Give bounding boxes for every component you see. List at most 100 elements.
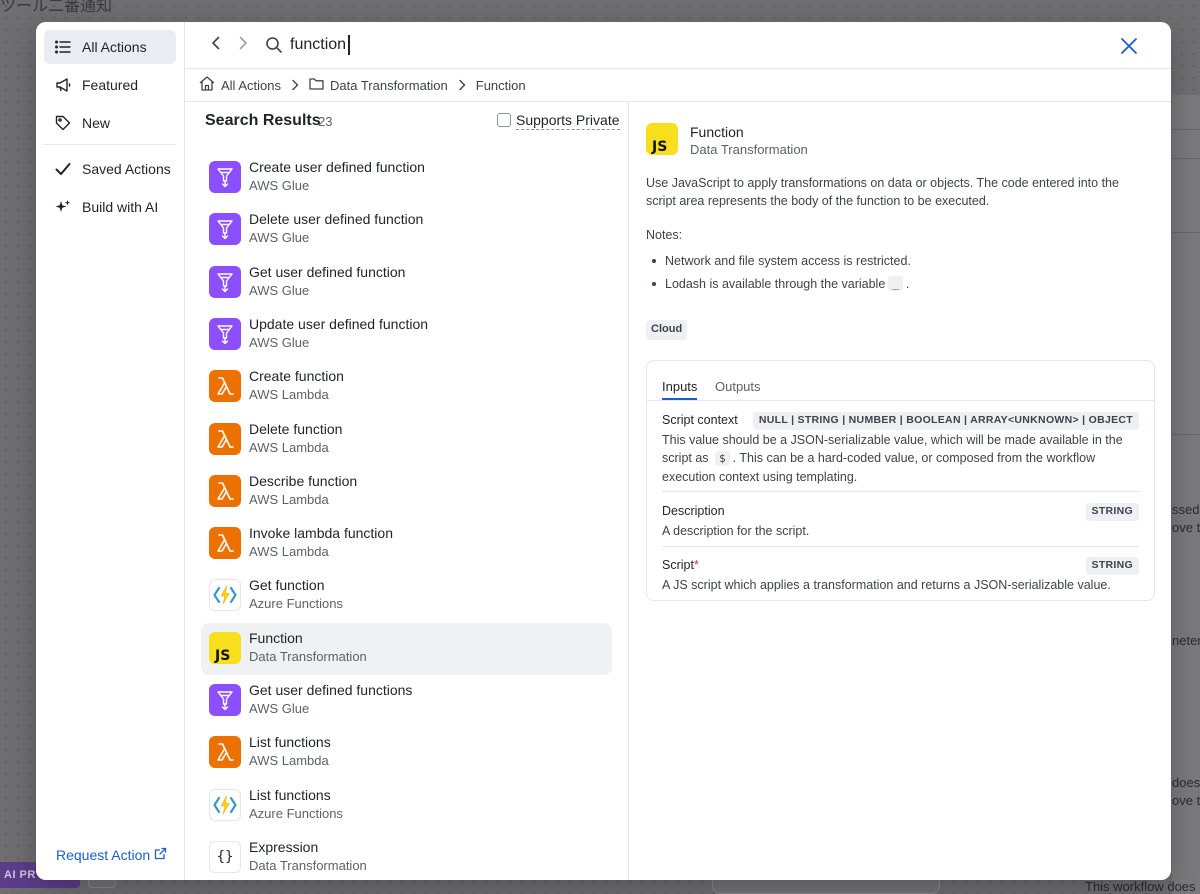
icon-text: JS — [652, 139, 668, 155]
result-item[interactable]: Invoke lambda function AWS Lambda — [201, 518, 612, 570]
braces-glyph: {} — [216, 848, 234, 865]
sidebar-item-all-actions[interactable]: All Actions — [44, 30, 176, 64]
tab-inputs[interactable]: Inputs — [662, 379, 698, 400]
result-item[interactable]: Create user defined function AWS Glue — [201, 152, 612, 204]
result-app: AWS Lambda — [249, 753, 329, 769]
aws-glue-icon — [209, 265, 241, 298]
background-divider — [1172, 129, 1200, 130]
sidebar-divider — [44, 144, 176, 145]
sidebar-item-label: New — [82, 115, 111, 131]
field-name: Script* — [662, 558, 699, 572]
note-item: Network and file system access is restri… — [652, 254, 911, 268]
background-text: ssed — [1172, 502, 1200, 517]
action-description: Use JavaScript to apply transformations … — [646, 176, 1119, 208]
javascript-icon: JS — [646, 123, 678, 155]
forward-button[interactable] — [234, 36, 252, 54]
field-description: A JS script which applies a transformati… — [662, 578, 1111, 592]
close-button[interactable] — [1119, 36, 1139, 56]
result-item[interactable]: List functions Azure Functions — [201, 780, 612, 832]
background-text: neters — [1172, 633, 1200, 648]
action-picker-modal: All Actions Featured New Saved Actions B… — [36, 22, 1171, 880]
result-name: Delete function — [249, 420, 343, 437]
io-tabs: Inputs Outputs — [647, 361, 1154, 401]
aws-lambda-icon — [209, 422, 241, 455]
result-item[interactable]: Describe function AWS Lambda — [201, 466, 612, 518]
supports-private-checkbox[interactable] — [497, 113, 511, 127]
chevron-right-icon — [291, 79, 299, 91]
code-chip: _ — [888, 276, 903, 291]
result-item[interactable]: Get user defined functions AWS Glue — [201, 675, 612, 727]
sidebar-item-label: All Actions — [82, 39, 147, 55]
result-item[interactable]: List functions AWS Lambda — [201, 727, 612, 779]
sparkle-icon — [52, 198, 74, 216]
sidebar-item-build-with-ai[interactable]: Build with AI — [44, 190, 176, 224]
search-results-panel: Search Results 23 Supports Private Creat… — [185, 102, 629, 880]
chevron-left-icon — [211, 36, 221, 55]
folder-icon — [309, 77, 324, 93]
action-details-panel: JS Function Data Transformation Use Java… — [629, 102, 1171, 880]
supports-private-label[interactable]: Supports Private — [516, 112, 620, 130]
result-name: Function — [249, 629, 303, 646]
result-name: Expression — [249, 838, 319, 855]
result-item[interactable]: Get function Azure Functions — [201, 570, 612, 622]
back-button[interactable] — [207, 36, 225, 54]
azure-functions-icon — [209, 788, 241, 821]
sidebar-item-saved-actions[interactable]: Saved Actions — [44, 152, 176, 186]
breadcrumb-all-actions[interactable]: All Actions — [199, 76, 281, 94]
sidebar-item-new[interactable]: New — [44, 106, 176, 140]
result-name: Invoke lambda function — [249, 525, 393, 542]
field-type-badge: STRING — [1085, 503, 1139, 521]
background-text: This workflow does — [1085, 879, 1196, 894]
breadcrumb-label: All Actions — [221, 77, 281, 93]
result-item[interactable]: {} Expression Data Transformation — [201, 832, 612, 880]
field-type-badge: STRING — [1085, 557, 1139, 575]
result-item[interactable]: Delete user defined function AWS Glue — [201, 204, 612, 256]
field-type-badge: NULL | STRING | NUMBER | BOOLEAN | ARRAY… — [752, 412, 1139, 430]
braces-icon: {} — [209, 840, 241, 873]
sidebar-item-featured[interactable]: Featured — [44, 68, 176, 102]
search-bar — [185, 22, 1171, 69]
field-name: Description — [662, 504, 725, 518]
sidebar-item-label: Build with AI — [82, 199, 159, 215]
result-item[interactable]: Create function AWS Lambda — [201, 361, 612, 413]
field-divider — [662, 546, 1139, 547]
result-name: Get user defined functions — [249, 682, 413, 698]
text-cursor — [348, 35, 350, 55]
result-app: AWS Glue — [249, 334, 310, 350]
field-description: This value should be a JSON-serializable… — [662, 431, 1139, 486]
search-results-title: Search Results — [205, 112, 321, 129]
bullet — [652, 281, 656, 286]
result-name: Describe function — [249, 472, 358, 489]
sidebar-item-label: Featured — [82, 77, 139, 93]
result-item[interactable]: JS Function Data Transformation — [201, 622, 612, 675]
background-divider — [1172, 232, 1200, 233]
aws-lambda-icon — [209, 370, 241, 403]
result-name: Delete user defined function — [249, 211, 424, 228]
breadcrumb-function: Function — [476, 78, 526, 93]
breadcrumb-data-transformation[interactable]: Data Transformation — [309, 77, 448, 93]
result-item[interactable]: Delete function AWS Lambda — [201, 414, 612, 466]
background-text: ove to — [1172, 520, 1200, 535]
result-item[interactable]: Update user defined function AWS Glue — [201, 309, 612, 361]
result-app: AWS Glue — [249, 178, 310, 193]
result-name: List functions — [249, 734, 331, 751]
megaphone-icon — [52, 76, 74, 94]
result-app: Azure Functions — [249, 596, 343, 612]
result-item[interactable]: Get user defined function AWS Glue — [201, 257, 612, 309]
field-name-text: Script — [662, 558, 694, 572]
aws-glue-icon — [209, 213, 241, 246]
cloud-badge: Cloud — [646, 320, 688, 340]
background-divider — [1172, 434, 1200, 435]
external-link-icon — [154, 847, 167, 863]
home-icon — [199, 76, 215, 94]
notes-label: Notes: — [646, 228, 683, 242]
azure-functions-icon — [209, 579, 241, 612]
search-input[interactable] — [290, 32, 990, 58]
background-divider — [1172, 158, 1200, 159]
aws-glue-icon — [209, 317, 241, 350]
action-title: Function — [690, 124, 744, 140]
bullet — [652, 259, 656, 263]
icon-text: JS — [215, 647, 231, 664]
tab-outputs[interactable]: Outputs — [715, 379, 761, 398]
request-action-link[interactable]: Request Action — [56, 847, 167, 863]
